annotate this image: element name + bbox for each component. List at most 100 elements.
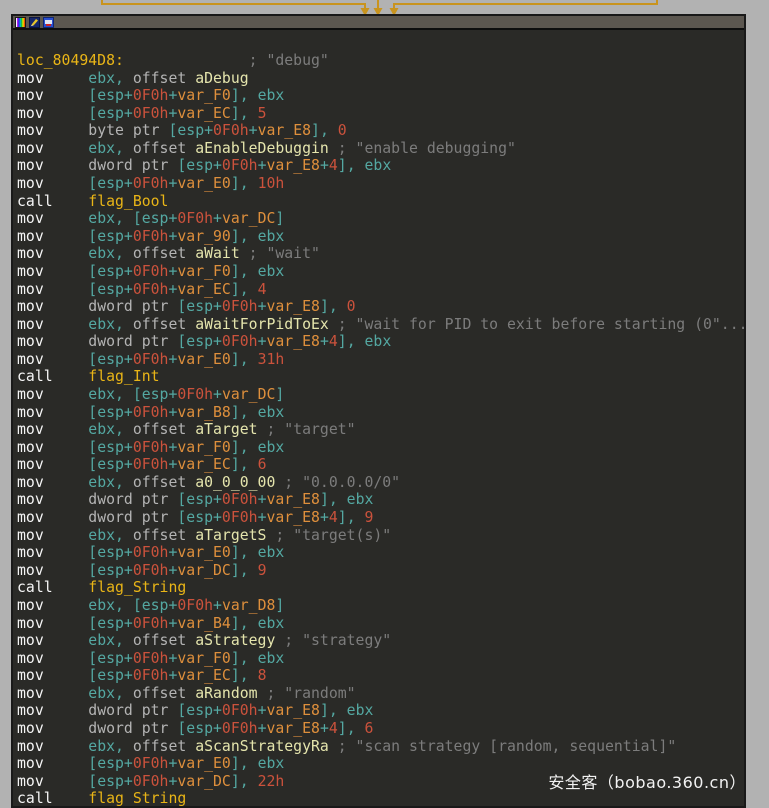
asm-token: var_E0 [177,175,230,192]
asm-token: [esp+ [88,175,133,192]
asm-token: mov [17,245,44,262]
asm-line[interactable]: mov ebx, offset aTargetS ; "target(s)" [17,527,744,545]
asm-token: var_E0 [177,544,230,561]
asm-line[interactable]: mov [esp+0F0h+var_DC], 9 [17,562,744,580]
asm-line[interactable]: mov byte ptr [esp+0F0h+var_E8], 0 [17,122,744,140]
asm-token: byte ptr [88,122,168,139]
asm-line[interactable]: mov ebx, offset aScanStrategyRa ; "scan … [17,738,744,756]
asm-token: [esp+ [88,351,133,368]
asm-token: [esp+ [88,439,133,456]
asm-token: ; "target" [258,421,356,438]
asm-token: 4 [329,509,338,526]
asm-line[interactable]: mov [esp+0F0h+var_F0], ebx [17,263,744,281]
asm-line[interactable]: call flag_Int [17,368,744,386]
asm-token: 0F0h [222,157,258,174]
asm-line[interactable]: mov [esp+0F0h+var_B4], ebx [17,615,744,633]
asm-line[interactable]: mov dword ptr [esp+0F0h+var_E8], 0 [17,298,744,316]
asm-token: 22h [258,773,285,790]
asm-token: [esp+ [88,281,133,298]
asm-line[interactable]: mov ebx, [esp+0F0h+var_D8] [17,597,744,615]
asm-token: [esp+ [177,702,222,719]
asm-token: ], ebx [231,439,284,456]
asm-line[interactable]: mov ebx, offset a0_0_0_00 ; "0.0.0.0/0" [17,474,744,492]
asm-line[interactable]: mov [esp+0F0h+var_EC], 8 [17,667,744,685]
asm-token: 0F0h [133,175,169,192]
asm-token: ebx, [88,632,133,649]
asm-token [44,228,89,245]
asm-line[interactable]: mov ebx, [esp+0F0h+var_DC] [17,386,744,404]
asm-line[interactable]: mov dword ptr [esp+0F0h+var_E8+4], ebx [17,157,744,175]
asm-token: flag_String [88,579,186,596]
asm-line[interactable]: mov dword ptr [esp+0F0h+var_E8+4], ebx [17,333,744,351]
asm-token: ebx, [esp+ [88,210,177,227]
asm-line[interactable]: mov ebx, offset aWaitForPidToEx ; "wait … [17,316,744,334]
asm-token: mov [17,773,44,790]
asm-token: ebx, [88,738,133,755]
asm-line[interactable]: mov [esp+0F0h+var_E0], 31h [17,351,744,369]
asm-line[interactable]: mov dword ptr [esp+0F0h+var_E8+4], 9 [17,509,744,527]
asm-token: [esp+ [177,298,222,315]
asm-token: mov [17,720,44,737]
asm-token: [esp+ [88,650,133,667]
group-node-icon[interactable] [43,17,54,28]
asm-token: aEnableDebuggin [195,140,329,157]
asm-token: var_F0 [177,263,230,280]
asm-token: 0F0h [222,702,258,719]
asm-token: 9 [365,509,374,526]
asm-line[interactable]: mov [esp+0F0h+var_E0], 10h [17,175,744,193]
asm-token: ], [231,175,258,192]
asm-token: mov [17,87,44,104]
asm-line[interactable]: mov dword ptr [esp+0F0h+var_E8+4], 6 [17,720,744,738]
asm-line[interactable]: mov ebx, offset aWait ; "wait" [17,245,744,263]
asm-token: + [213,386,222,403]
disassembly-listing[interactable]: loc_80494D8: ; "debug"mov ebx, offset aD… [13,30,744,808]
asm-line[interactable]: mov [esp+0F0h+var_B8], ebx [17,404,744,422]
asm-token: 4 [258,281,267,298]
asm-token: offset [133,527,195,544]
asm-token [44,175,89,192]
asm-token: var_E0 [177,351,230,368]
asm-line[interactable]: mov [esp+0F0h+var_EC], 6 [17,456,744,474]
asm-line[interactable]: mov [esp+0F0h+var_90], ebx [17,228,744,246]
asm-line[interactable]: mov [esp+0F0h+var_E0], ebx [17,544,744,562]
asm-token: offset [133,685,195,702]
asm-token [44,456,89,473]
asm-token: 0 [347,298,356,315]
asm-token [44,615,89,632]
asm-token: aWait [195,245,240,262]
color-palette-icon[interactable] [15,17,26,28]
asm-line[interactable]: call flag_Bool [17,193,744,211]
asm-line[interactable]: mov ebx, offset aDebug [17,70,744,88]
edit-pencil-icon[interactable] [29,17,40,28]
asm-token [44,738,89,755]
asm-token: call [17,790,53,807]
asm-token: 0F0h [133,615,169,632]
asm-token: var_F0 [177,650,230,667]
node-title-bar[interactable] [13,16,744,30]
asm-line[interactable]: mov [esp+0F0h+var_EC], 5 [17,105,744,123]
asm-line[interactable]: mov ebx, offset aStrategy ; "strategy" [17,632,744,650]
asm-token: [esp+ [177,157,222,174]
asm-line[interactable]: mov ebx, [esp+0F0h+var_DC] [17,210,744,228]
asm-token [44,122,89,139]
asm-token: mov [17,404,44,421]
asm-token: 4 [329,157,338,174]
asm-line[interactable]: loc_80494D8: ; "debug" [17,52,744,70]
asm-line[interactable]: mov ebx, offset aTarget ; "target" [17,421,744,439]
asm-line[interactable]: call flag_String [17,579,744,597]
asm-line[interactable]: mov [esp+0F0h+var_F0], ebx [17,87,744,105]
asm-line[interactable]: mov [esp+0F0h+var_EC], 4 [17,281,744,299]
asm-line[interactable]: mov ebx, offset aEnableDebuggin ; "enabl… [17,140,744,158]
asm-line[interactable]: mov ebx, offset aRandom ; "random" [17,685,744,703]
asm-line[interactable]: mov dword ptr [esp+0F0h+var_E8], ebx [17,491,744,509]
asm-token: mov [17,228,44,245]
asm-token: [esp+ [88,456,133,473]
asm-line[interactable]: mov [esp+0F0h+var_F0], ebx [17,650,744,668]
asm-token: var_DC [222,386,275,403]
asm-token: var_DC [177,562,230,579]
asm-line[interactable]: mov dword ptr [esp+0F0h+var_E8], ebx [17,702,744,720]
asm-line[interactable]: mov [esp+0F0h+var_F0], ebx [17,439,744,457]
asm-token: 8 [258,667,267,684]
asm-token: ], [231,456,258,473]
asm-token [44,333,89,350]
